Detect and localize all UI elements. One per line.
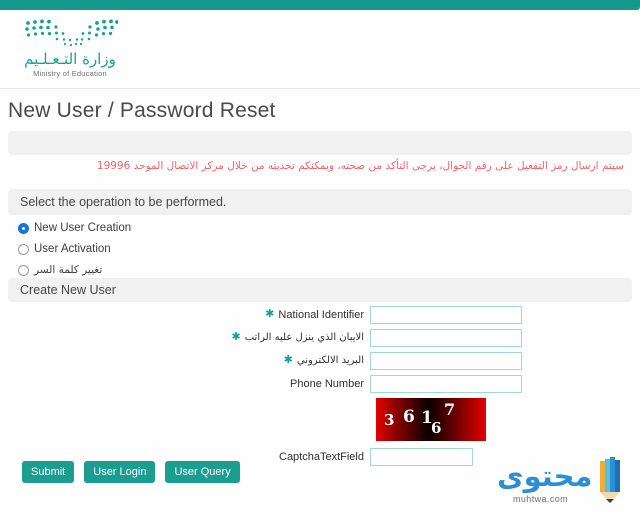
radio-button-icon[interactable]: [18, 243, 29, 255]
empty-message-bar: [8, 131, 632, 155]
form-section-heading: Create New User: [20, 283, 116, 297]
header-divider: [0, 88, 640, 89]
ministry-name-arabic: وزارة التـعـلـيم: [24, 50, 116, 68]
field-label: البريد الالكتروني: [296, 355, 364, 366]
ministry-name-english: Ministry of Education: [33, 69, 107, 78]
required-asterisk-icon: ✱: [231, 331, 241, 343]
required-asterisk-icon: ✱: [265, 308, 275, 320]
radio-button-icon[interactable]: [18, 264, 29, 276]
field-row-iban: ✱ الايبان الذي ينزل عليه الراتب: [0, 328, 640, 347]
activation-notice-text: سيتم ارسال رمز التفعيل على رقم الجوال، ي…: [96, 160, 624, 172]
radio-label: New User Creation: [34, 222, 132, 234]
field-row-national-identifier: ✱ National Identifier: [0, 305, 640, 324]
pencil-icon: [600, 457, 620, 503]
field-label: National Identifier: [278, 308, 364, 321]
user-login-button[interactable]: User Login: [84, 461, 156, 484]
captcha-image-row: 3 6 1 6 7: [0, 398, 640, 441]
watermark-url: muhtwa.com: [513, 494, 569, 504]
form-section-header: Create New User: [8, 278, 632, 302]
ministry-dots-logo-icon: [25, 19, 118, 47]
field-label-wrap: ✱ الايبان الذي ينزل عليه الراتب: [0, 331, 370, 344]
top-accent-bar: [0, 0, 640, 10]
field-row-email: ✱ البريد الالكتروني: [0, 351, 640, 370]
iban-input[interactable]: [370, 328, 522, 347]
user-query-button[interactable]: User Query: [165, 461, 240, 484]
captcha-image-icon[interactable]: 3 6 1 6 7: [376, 398, 486, 441]
captcha-digit: 7: [444, 400, 456, 419]
required-asterisk-icon: ✱: [283, 354, 293, 366]
captcha-digit: 6: [403, 407, 415, 427]
create-user-form: ✱ National Identifier ✱ الايبان الذي ينز…: [0, 305, 640, 470]
field-label-wrap: Phone Number: [0, 378, 370, 390]
operation-radio-group: New User Creation User Activation تغيير …: [18, 219, 131, 282]
captcha-digit: 6: [431, 419, 442, 437]
watermark: محتوى muhtwa.com: [497, 457, 632, 512]
radio-label: User Activation: [34, 243, 111, 255]
field-row-phone-number: Phone Number: [0, 374, 640, 393]
submit-button[interactable]: Submit: [22, 461, 75, 484]
national-identifier-input[interactable]: [370, 305, 522, 324]
site-header: وزارة التـعـلـيم Ministry of Education: [0, 10, 640, 88]
radio-user-activation[interactable]: User Activation: [18, 240, 131, 258]
field-label: Phone Number: [290, 377, 364, 390]
page-root: وزارة التـعـلـيم Ministry of Education N…: [0, 0, 640, 517]
operation-section-header: Select the operation to be performed.: [8, 189, 632, 215]
page-title: New User / Password Reset: [8, 99, 276, 122]
radio-button-icon[interactable]: [18, 222, 29, 234]
field-label-wrap: ✱ National Identifier: [0, 309, 370, 321]
phone-number-input[interactable]: [370, 374, 522, 393]
radio-label: تغيير كلمة السر: [34, 264, 103, 276]
watermark-text-arabic: محتوى: [497, 459, 593, 493]
captcha-digit: 3: [384, 411, 395, 429]
captcha-text-input[interactable]: [370, 447, 473, 466]
radio-new-user-creation[interactable]: New User Creation: [18, 219, 131, 237]
field-label: الايبان الذي ينزل عليه الراتب: [244, 332, 364, 343]
radio-change-password[interactable]: تغيير كلمة السر: [18, 261, 131, 279]
ministry-logo[interactable]: وزارة التـعـلـيم Ministry of Education: [22, 18, 118, 78]
email-input[interactable]: [370, 351, 522, 370]
form-actions: Submit User Login User Query: [22, 461, 240, 484]
field-label: CaptchaTextField: [279, 450, 364, 463]
field-label-wrap: ✱ البريد الالكتروني: [0, 354, 370, 367]
operation-section-heading: Select the operation to be performed.: [20, 195, 227, 209]
